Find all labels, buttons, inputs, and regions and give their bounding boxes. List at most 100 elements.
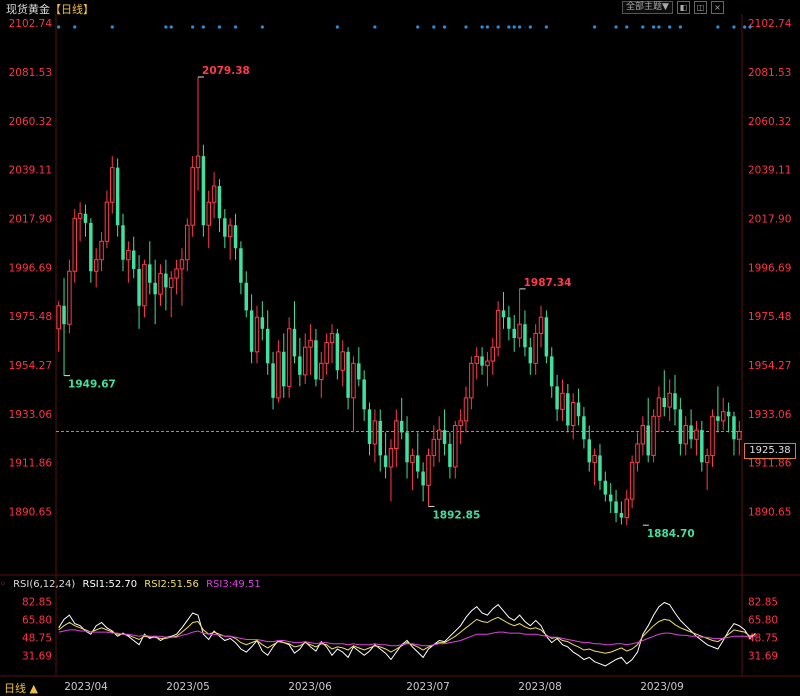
candle-body — [329, 332, 335, 344]
candle-body — [448, 443, 452, 467]
candle-body — [528, 347, 533, 364]
candle-body — [340, 351, 345, 371]
event-dot — [233, 25, 238, 29]
x-tick-label: 2023/05 — [166, 681, 210, 693]
event-dot — [169, 25, 173, 29]
candle-body — [629, 461, 635, 500]
candle-body — [388, 448, 394, 468]
candle-body — [678, 409, 683, 444]
event-dot — [485, 25, 490, 29]
rsi-settings-icon[interactable]: ◦ — [0, 579, 6, 590]
event-dot — [716, 25, 720, 29]
x-tick-label: 2023/07 — [406, 681, 450, 693]
candle-body — [271, 363, 275, 398]
candle-body — [700, 430, 704, 463]
candle-body — [587, 439, 591, 463]
candle-body — [490, 346, 496, 362]
candle-body — [302, 346, 308, 376]
candle-body — [99, 240, 104, 261]
candle-body — [324, 342, 329, 364]
candle-body — [507, 317, 511, 329]
event-dot — [507, 25, 511, 29]
rsi-name: RSI(6,12,24) — [13, 579, 76, 590]
event-dot — [217, 25, 222, 29]
candle-body — [732, 416, 736, 440]
candle-body — [206, 201, 211, 226]
y-tick-label-left: 2039.11 — [9, 165, 52, 177]
candle-body — [115, 167, 120, 226]
candle-body — [495, 309, 501, 348]
event-dot — [335, 25, 339, 29]
event-dot — [260, 25, 264, 29]
event-dot — [464, 25, 468, 29]
y-tick-label-left: 2081.53 — [9, 67, 52, 79]
y-tick-label-right: 2039.11 — [748, 165, 791, 177]
candle-body — [378, 420, 382, 456]
candle-body — [211, 185, 217, 203]
candle-body — [131, 250, 136, 269]
y-tick-label-right: 2060.32 — [748, 116, 791, 128]
candle-body — [458, 420, 463, 426]
candle-body — [533, 332, 538, 364]
candle-body — [148, 264, 152, 283]
candle-body — [168, 277, 174, 288]
candle-body — [137, 268, 141, 306]
candle-body — [372, 420, 378, 445]
close-icon[interactable]: × — [710, 1, 724, 14]
candle-body — [249, 310, 254, 352]
candle-body — [62, 305, 66, 325]
event-dot — [528, 25, 532, 29]
candle-body — [190, 167, 195, 226]
y-tick-label-right: 2081.53 — [748, 67, 791, 79]
candle-body — [721, 411, 726, 422]
y-tick-label-right: 1890.65 — [748, 506, 791, 518]
candle-body — [608, 494, 613, 502]
event-dot — [496, 25, 500, 29]
candle-body — [357, 363, 361, 380]
event-dot — [191, 25, 195, 29]
layout-icon[interactable]: ◧ — [676, 1, 690, 14]
rsi-line-rsi3 — [58, 629, 756, 647]
rsi-tick-label-right: 65.80 — [748, 615, 778, 627]
event-dot — [651, 25, 656, 29]
split-icon[interactable]: ◫ — [693, 1, 707, 14]
candle-body — [233, 225, 238, 249]
candle-body — [227, 224, 233, 238]
candle-body — [399, 420, 404, 433]
candle-body — [485, 360, 490, 367]
candle-body — [121, 225, 125, 260]
candle-body — [201, 156, 206, 226]
candle-body — [737, 431, 742, 440]
candle-body — [662, 397, 667, 408]
candle-body — [351, 362, 356, 399]
event-dot — [678, 25, 682, 29]
candle-body — [110, 167, 115, 203]
y-tick-label-left: 1933.06 — [9, 409, 53, 421]
candle-body — [67, 270, 72, 325]
candle-body — [239, 248, 243, 283]
candle-body — [308, 339, 313, 348]
candle-body — [179, 259, 185, 270]
candle-body — [142, 263, 147, 307]
event-dot — [110, 25, 114, 29]
candle-body — [56, 305, 61, 330]
candle-body — [410, 454, 415, 463]
candle-body — [104, 201, 110, 242]
candle-body — [405, 432, 409, 463]
y-tick-label-left: 2102.74 — [9, 18, 53, 30]
chart-window: 2102.74 2102.74 2081.53 2081.53 2060.32 2060.… — [0, 0, 800, 695]
rsi1-value: RSI1:52.70 — [82, 579, 138, 590]
extreme-label: 1884.70 — [647, 528, 695, 540]
candle-body — [164, 273, 168, 288]
candle-body — [319, 362, 324, 380]
extreme-label: 1949.67 — [68, 379, 116, 391]
candle-body — [421, 471, 425, 486]
x-tick-label: 2023/04 — [64, 681, 108, 693]
instrument-name: 现货黄金 — [6, 3, 50, 16]
candle-body — [383, 455, 388, 467]
candle-body — [667, 392, 672, 408]
period-selector[interactable]: 日线 ▲ — [4, 680, 38, 696]
candle-body — [592, 454, 597, 463]
theme-dropdown[interactable]: 全部主题▼ — [622, 1, 673, 14]
event-dot — [748, 25, 752, 29]
